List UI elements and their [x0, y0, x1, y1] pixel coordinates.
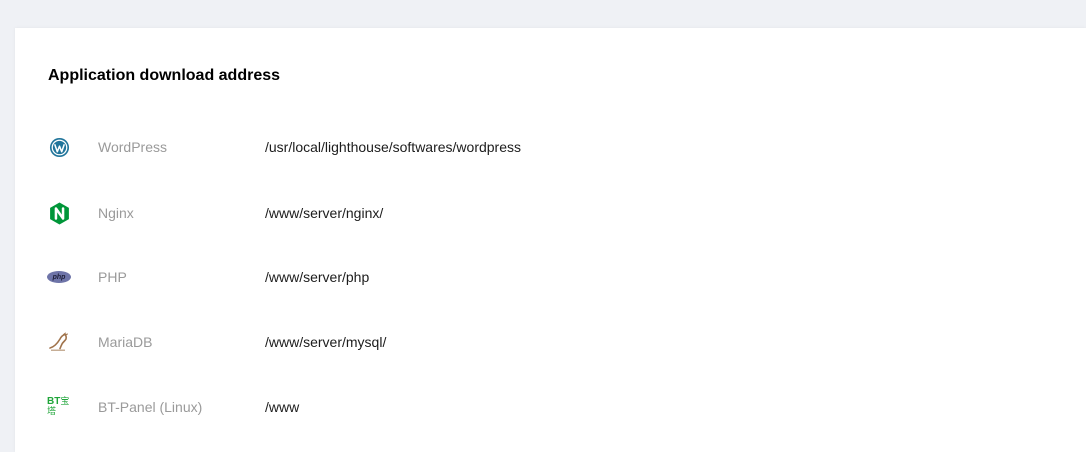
app-row-mariadb: MariaDB /www/server/mysql/ [47, 330, 947, 354]
app-name: WordPress [98, 139, 167, 155]
php-icon-text: php [47, 271, 71, 283]
app-row-bt-panel: BT宝塔 BT-Panel (Linux) /www [47, 395, 947, 419]
app-name: PHP [98, 269, 127, 285]
app-row-php: php PHP /www/server/php [47, 265, 947, 289]
app-name: MariaDB [98, 334, 153, 350]
mariadb-icon [47, 330, 71, 354]
section-title: Application download address [48, 67, 281, 84]
app-path: /www/server/php [265, 269, 370, 285]
app-path: /www/server/nginx/ [265, 205, 384, 221]
app-name: BT-Panel (Linux) [98, 399, 203, 415]
app-row-nginx: Nginx /www/server/nginx/ [47, 201, 947, 225]
download-address-card: Application download address WordPress /… [15, 28, 1086, 452]
php-icon: php [47, 265, 71, 289]
app-row-wordpress: WordPress /usr/local/lighthouse/software… [47, 135, 947, 159]
bt-panel-icon: BT宝塔 [47, 395, 71, 419]
nginx-icon [47, 201, 71, 225]
app-path: /usr/local/lighthouse/softwares/wordpres… [265, 139, 522, 155]
app-path: /www/server/mysql/ [265, 334, 387, 350]
app-path: /www [265, 399, 300, 415]
app-name: Nginx [98, 205, 134, 221]
wordpress-icon [47, 135, 71, 159]
